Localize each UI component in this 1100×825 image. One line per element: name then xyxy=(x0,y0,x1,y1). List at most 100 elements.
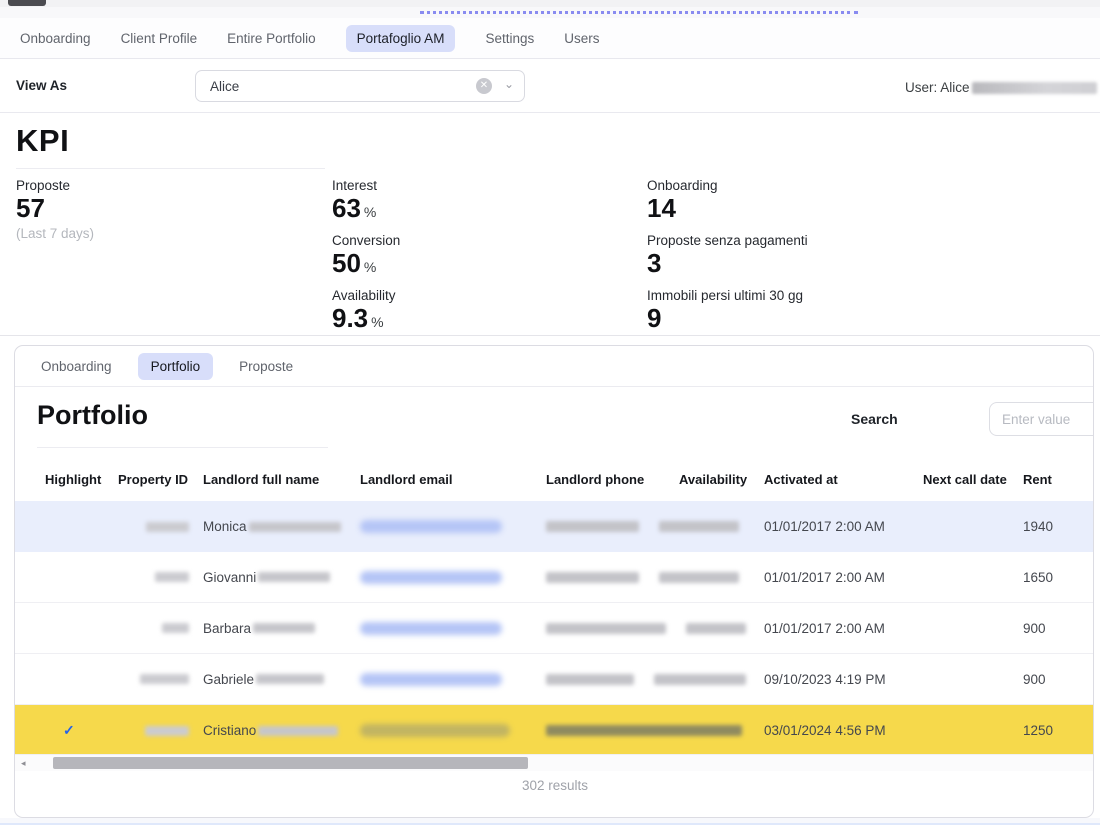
kpi-onboarding: Onboarding 14 xyxy=(647,178,808,224)
redacted-email[interactable] xyxy=(360,622,502,635)
kpi-immobili-persi-value: 9 xyxy=(647,304,808,334)
browser-chrome-strip xyxy=(0,0,1100,18)
results-count: 302 results xyxy=(15,778,1094,793)
focus-dotted-outline xyxy=(420,11,858,14)
scroll-left-icon[interactable]: ◂ xyxy=(21,758,26,769)
view-as-select[interactable]: Alice ✕ ⌄ xyxy=(195,70,525,102)
section-divider xyxy=(0,335,1100,336)
kpi-divider xyxy=(16,168,325,169)
redacted-property-id xyxy=(145,726,189,736)
col-highlight: Highlight xyxy=(45,472,118,487)
tab-onboarding[interactable]: Onboarding xyxy=(41,359,112,374)
redacted-phone-2 xyxy=(659,521,739,532)
landlord-first-name: Monica xyxy=(203,519,247,534)
table-row[interactable]: ✓ Monica 01/01/2017 2:00 AM 1940 xyxy=(15,501,1093,552)
rent-value: 1250 xyxy=(1023,723,1094,738)
search-input[interactable] xyxy=(989,402,1094,436)
table-header: Highlight Property ID Landlord full name… xyxy=(15,457,1093,501)
redacted-surname xyxy=(249,522,341,532)
redacted-surname xyxy=(258,572,330,582)
redacted-phone-2 xyxy=(654,674,746,685)
kpi-availability: Availability 9.3% xyxy=(332,288,400,334)
tab-proposte[interactable]: Proposte xyxy=(239,359,293,374)
activated-at-value: 03/01/2024 4:56 PM xyxy=(764,723,923,738)
check-icon[interactable]: ✓ xyxy=(63,722,75,738)
redacted-phone xyxy=(546,521,639,532)
kpi-proposte-label: Proposte xyxy=(16,178,94,193)
nav-item-onboarding[interactable]: Onboarding xyxy=(20,31,91,46)
kpi-proposte: Proposte 57 (Last 7 days) xyxy=(16,178,94,241)
redacted-phone-2 xyxy=(659,572,739,583)
col-landlord-full-name: Landlord full name xyxy=(203,472,360,487)
browser-tab-fragment xyxy=(8,0,46,6)
nav-item-entire-portfolio[interactable]: Entire Portfolio xyxy=(227,31,316,46)
search-label: Search xyxy=(851,411,898,427)
activated-at-value: 01/01/2017 2:00 AM xyxy=(764,570,923,585)
top-navigation: Onboarding Client Profile Entire Portfol… xyxy=(0,18,1100,59)
kpi-immobili-persi: Immobili persi ultimi 30 gg 9 xyxy=(647,288,808,334)
table-row[interactable]: ✓ Cristiano 03/01/2024 4:56 PM 1250 xyxy=(15,705,1093,756)
kpi-interest-value: 63% xyxy=(332,194,400,224)
rent-value: 900 xyxy=(1023,621,1094,636)
view-as-label: View As xyxy=(16,78,67,93)
kpi-column-counts: Onboarding 14 Proposte senza pagamenti 3… xyxy=(647,178,808,343)
col-landlord-email: Landlord email xyxy=(360,472,546,487)
table-row[interactable]: ✓ Gabriele 09/10/2023 4:19 PM 900 xyxy=(15,654,1093,705)
clear-icon[interactable]: ✕ xyxy=(476,78,492,94)
horizontal-scrollbar[interactable]: ◂ xyxy=(15,754,1094,771)
table-row[interactable]: ✓ Barbara 01/01/2017 2:00 AM 900 xyxy=(15,603,1093,654)
kpi-onboarding-value: 14 xyxy=(647,194,808,224)
kpi-proposte-senza-pagamenti: Proposte senza pagamenti 3 xyxy=(647,233,808,279)
redacted-surname xyxy=(253,623,315,633)
redacted-phone xyxy=(546,674,634,685)
nav-item-users[interactable]: Users xyxy=(564,31,599,46)
kpi-proposte-note: (Last 7 days) xyxy=(16,226,94,241)
kpi-section: KPI Proposte 57 (Last 7 days) Interest 6… xyxy=(0,113,1100,335)
kpi-title: KPI xyxy=(16,123,69,159)
landlord-first-name: Giovanni xyxy=(203,570,256,585)
page-title: Portfolio xyxy=(37,400,148,431)
redacted-phone xyxy=(546,725,742,736)
view-as-row: View As Alice ✕ ⌄ User: Alice xyxy=(0,59,1100,113)
tab-portfolio[interactable]: Portfolio xyxy=(138,353,214,380)
redacted-email[interactable] xyxy=(360,724,510,737)
scrollbar-thumb[interactable] xyxy=(53,757,528,769)
current-user-line: User: Alice xyxy=(905,80,1097,95)
col-activated-at: Activated at xyxy=(764,472,923,487)
kpi-onboarding-label: Onboarding xyxy=(647,178,808,193)
nav-item-settings[interactable]: Settings xyxy=(485,31,534,46)
rent-value: 1940 xyxy=(1023,519,1094,534)
kpi-proposte-senza-pagamenti-label: Proposte senza pagamenti xyxy=(647,233,808,248)
redacted-surname xyxy=(256,674,324,684)
col-rent: Rent xyxy=(1023,472,1094,487)
kpi-conversion-value: 50% xyxy=(332,249,400,279)
kpi-availability-value: 9.3% xyxy=(332,304,400,334)
redacted-email[interactable] xyxy=(360,520,502,533)
col-next-call-date: Next call date xyxy=(923,472,1023,487)
chevron-down-icon[interactable]: ⌄ xyxy=(504,77,514,91)
card-title-divider xyxy=(37,447,328,448)
view-as-value: Alice xyxy=(210,79,476,94)
redacted-surname xyxy=(258,726,338,736)
kpi-proposte-value: 57 xyxy=(16,194,94,224)
current-user-label: User: Alice xyxy=(905,80,970,95)
table-row[interactable]: ✓ Giovanni 01/01/2017 2:00 AM 1650 xyxy=(15,552,1093,603)
kpi-immobili-persi-label: Immobili persi ultimi 30 gg xyxy=(647,288,808,303)
kpi-conversion-label: Conversion xyxy=(332,233,400,248)
activated-at-value: 01/01/2017 2:00 AM xyxy=(764,621,923,636)
redacted-phone xyxy=(546,623,666,634)
redacted-property-id xyxy=(146,522,189,532)
redacted-property-id xyxy=(162,623,189,633)
kpi-interest: Interest 63% xyxy=(332,178,400,224)
redacted-user-surname xyxy=(972,82,1097,94)
card-tabs: Onboarding Portfolio Proposte xyxy=(15,346,1093,387)
kpi-column-rates: Interest 63% Conversion 50% Availability… xyxy=(332,178,400,343)
nav-item-portafoglio-am[interactable]: Portafoglio AM xyxy=(346,25,456,52)
nav-item-client-profile[interactable]: Client Profile xyxy=(121,31,198,46)
activated-at-value: 01/01/2017 2:00 AM xyxy=(764,519,923,534)
kpi-availability-label: Availability xyxy=(332,288,400,303)
redacted-email[interactable] xyxy=(360,571,502,584)
landlord-first-name: Gabriele xyxy=(203,672,254,687)
redacted-email[interactable] xyxy=(360,673,502,686)
kpi-conversion: Conversion 50% xyxy=(332,233,400,279)
